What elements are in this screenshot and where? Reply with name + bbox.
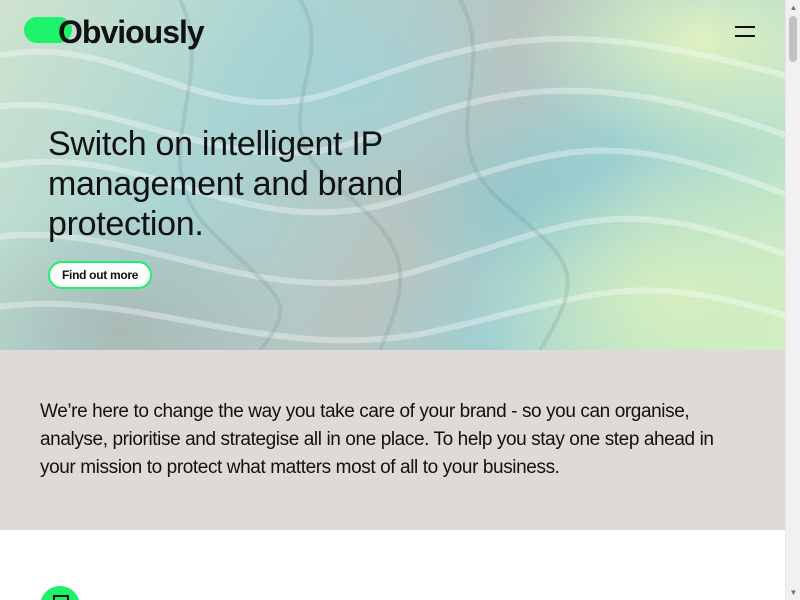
intro-text: We’re here to change the way you take ca… [40, 401, 714, 478]
document-icon [40, 586, 80, 600]
menu-line [735, 35, 755, 37]
logo[interactable]: Obviously [24, 14, 205, 50]
logo-text: Obviously [58, 14, 205, 50]
hamburger-icon[interactable] [729, 22, 761, 44]
intro-section: We’re here to change the way you take ca… [0, 350, 785, 530]
scrollbar[interactable]: ▲ ▼ [785, 0, 800, 600]
scroll-thumb[interactable] [789, 16, 797, 62]
page: Obviously Switch on intelligent IP manag… [0, 0, 785, 600]
scroll-up-icon[interactable]: ▲ [786, 0, 800, 15]
hero-section: Obviously Switch on intelligent IP manag… [0, 0, 785, 350]
hero-headline: Switch on intelligent IP management and … [48, 125, 404, 243]
scroll-down-icon[interactable]: ▼ [786, 585, 800, 600]
features-section [0, 530, 785, 600]
find-out-more-button[interactable]: Find out more [48, 261, 153, 289]
menu-line [735, 26, 755, 28]
